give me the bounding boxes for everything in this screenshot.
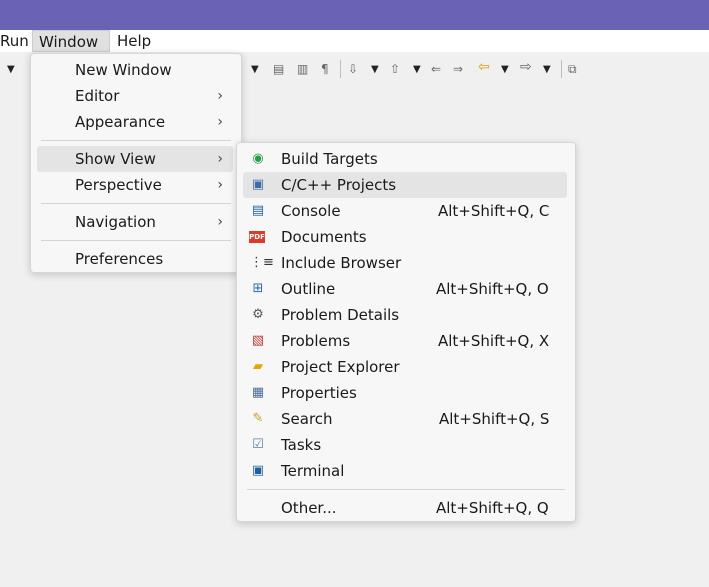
menu-item-label: Documents xyxy=(281,228,367,246)
project-explorer-icon: ▰ xyxy=(253,359,263,374)
menu-item-label: New Window xyxy=(75,61,172,79)
menu-item-cpp-projects[interactable]: ▣ C/C++ Projects xyxy=(243,172,567,198)
forward-icon[interactable]: ⇨ xyxy=(520,60,532,74)
include-browser-icon: ⋮≡ xyxy=(250,255,274,270)
menu-item-label: Build Targets xyxy=(281,150,378,168)
menu-item-label: Editor xyxy=(75,87,120,105)
toolbar-separator xyxy=(561,60,562,78)
build-targets-icon: ◉ xyxy=(252,151,264,166)
menu-help[interactable]: Help xyxy=(111,30,157,52)
menu-separator xyxy=(41,240,231,241)
maximize-view-icon[interactable]: ⧉ xyxy=(568,62,577,76)
menu-item-label: Problems xyxy=(281,332,351,350)
menu-item-terminal[interactable]: ▣ Terminal xyxy=(243,458,567,484)
outline-icon: ⊞ xyxy=(252,281,264,296)
menu-item-label: Include Browser xyxy=(281,254,402,272)
menu-separator xyxy=(247,489,565,490)
shortcut-text: Alt+Shift+Q, X xyxy=(438,332,550,350)
menu-item-label: Outline xyxy=(281,280,336,298)
console-icon: ▤ xyxy=(251,203,265,218)
shortcut-text: Alt+Shift+Q, C xyxy=(438,202,550,220)
toggle-mark-occurrences-icon[interactable]: ▤ xyxy=(273,62,284,76)
menu-item-console[interactable]: ▤ Console Alt+Shift+Q, C xyxy=(243,198,567,224)
chevron-right-icon: › xyxy=(217,177,223,193)
menu-item-label: Terminal xyxy=(281,462,345,480)
window-menu: New Window Editor › Appearance › Show Vi… xyxy=(30,53,242,273)
menu-item-problems[interactable]: ▧ Problems Alt+Shift+Q, X xyxy=(243,328,567,354)
block-selection-icon[interactable]: ▥ xyxy=(297,62,308,76)
chevron-right-icon: › xyxy=(217,88,223,104)
properties-icon: ▦ xyxy=(251,385,265,400)
menu-item-outline[interactable]: ⊞ Outline Alt+Shift+Q, O xyxy=(243,276,567,302)
menu-item-label: Tasks xyxy=(281,436,322,454)
chevron-right-icon: › xyxy=(217,114,223,130)
dropdown-arrow-icon[interactable]: ▼ xyxy=(251,63,259,77)
dropdown-arrow-icon[interactable]: ▼ xyxy=(413,63,421,77)
forward-edit-icon[interactable]: ⇒ xyxy=(453,62,463,76)
menu-item-label: Other... xyxy=(281,499,337,517)
chevron-right-icon: › xyxy=(217,151,223,167)
previous-annotation-icon[interactable]: ⇧ xyxy=(390,62,400,76)
pdf-documents-icon: PDF xyxy=(249,231,265,243)
shortcut-text: Alt+Shift+Q, O xyxy=(436,280,549,298)
menu-item-label: Search xyxy=(281,410,333,428)
menu-separator xyxy=(41,140,231,141)
last-edit-location-icon[interactable]: ⇐ xyxy=(431,62,441,76)
menu-item-label: Console xyxy=(281,202,341,220)
menu-item-label: Perspective xyxy=(75,176,162,194)
terminal-icon: ▣ xyxy=(251,463,265,478)
menu-item-include-browser[interactable]: ⋮≡ Include Browser xyxy=(243,250,567,276)
menu-item-build-targets[interactable]: ◉ Build Targets xyxy=(243,146,567,172)
dropdown-arrow-icon[interactable]: ▼ xyxy=(543,63,551,77)
toolbar-separator xyxy=(340,60,341,78)
menu-item-perspective[interactable]: Perspective › xyxy=(37,172,233,198)
menu-item-label: Show View xyxy=(75,150,156,168)
shortcut-text: Alt+Shift+Q, S xyxy=(439,410,550,428)
shortcut-text: Alt+Shift+Q, Q xyxy=(436,499,549,517)
menu-item-label: Navigation xyxy=(75,213,156,231)
menu-item-search[interactable]: ✎ Search Alt+Shift+Q, S xyxy=(243,406,567,432)
tasks-icon: ☑ xyxy=(252,437,264,452)
menu-item-documents[interactable]: PDF Documents xyxy=(243,224,567,250)
dropdown-arrow-icon[interactable]: ▼ xyxy=(7,63,15,77)
menu-item-editor[interactable]: Editor › xyxy=(37,83,233,109)
dropdown-arrow-icon[interactable]: ▼ xyxy=(501,63,509,77)
menu-item-problem-details[interactable]: ⚙ Problem Details xyxy=(243,302,567,328)
menu-window[interactable]: Window xyxy=(32,30,110,52)
show-view-submenu: ◉ Build Targets ▣ C/C++ Projects ▤ Conso… xyxy=(236,142,576,522)
menu-separator xyxy=(41,203,231,204)
menu-item-appearance[interactable]: Appearance › xyxy=(37,109,233,135)
menu-item-preferences[interactable]: Preferences xyxy=(37,246,233,272)
back-icon[interactable]: ⇦ xyxy=(478,60,490,74)
menu-item-navigation[interactable]: Navigation › xyxy=(37,209,233,235)
show-whitespace-icon[interactable]: ¶ xyxy=(321,62,329,76)
cpp-projects-icon: ▣ xyxy=(251,177,265,192)
problems-icon: ▧ xyxy=(251,333,265,348)
next-annotation-icon[interactable]: ⇩ xyxy=(348,62,358,76)
menu-bar: Run Window Help xyxy=(0,30,709,52)
menu-item-project-explorer[interactable]: ▰ Project Explorer xyxy=(243,354,567,380)
dropdown-arrow-icon[interactable]: ▼ xyxy=(371,63,379,77)
menu-item-label: C/C++ Projects xyxy=(281,176,397,194)
menu-item-other[interactable]: Other... Alt+Shift+Q, Q xyxy=(243,495,567,521)
menu-item-new-window[interactable]: New Window xyxy=(37,57,233,83)
menu-item-label: Project Explorer xyxy=(281,358,400,376)
search-icon: ✎ xyxy=(252,411,264,426)
problem-details-icon: ⚙ xyxy=(252,307,264,322)
title-bar xyxy=(0,0,709,30)
menu-item-show-view[interactable]: Show View › xyxy=(37,146,233,172)
menu-item-tasks[interactable]: ☑ Tasks xyxy=(243,432,567,458)
chevron-right-icon: › xyxy=(217,214,223,230)
menu-item-label: Preferences xyxy=(75,250,164,268)
menu-item-label: Appearance xyxy=(75,113,166,131)
menu-item-properties[interactable]: ▦ Properties xyxy=(243,380,567,406)
menu-item-label: Properties xyxy=(281,384,357,402)
menu-item-label: Problem Details xyxy=(281,306,400,324)
menu-run[interactable]: Run xyxy=(0,30,35,52)
